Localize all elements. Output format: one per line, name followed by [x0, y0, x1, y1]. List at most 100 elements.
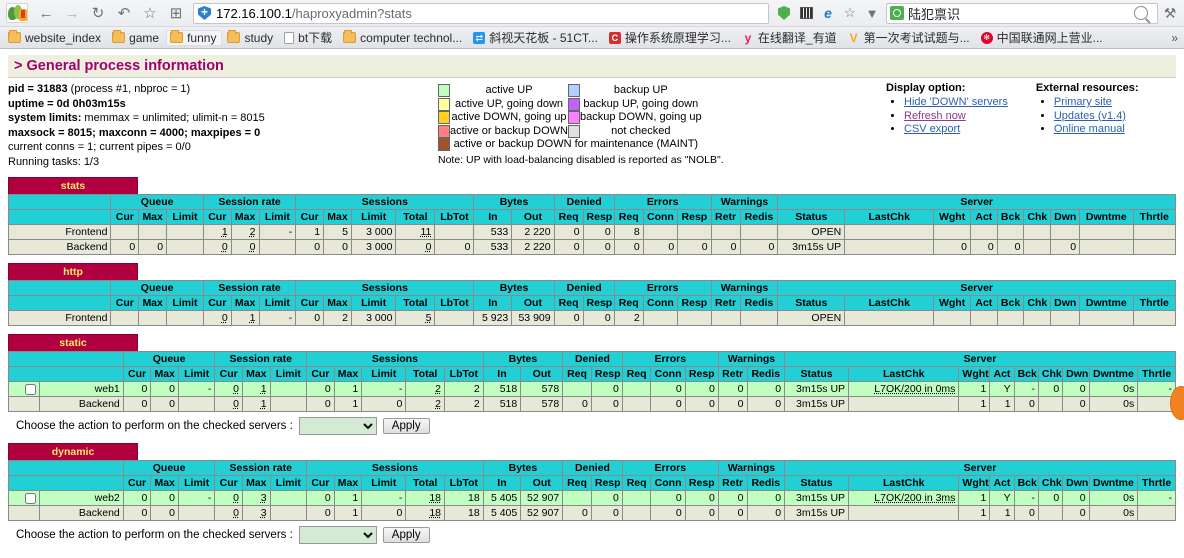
- apps-grid-icon[interactable]: ⊞: [164, 2, 188, 24]
- cell-req: 8: [613, 224, 644, 240]
- cell-cur: 0: [214, 505, 244, 521]
- proxy-stats-table: Queue Session rate Sessions Bytes Denied Erro…: [8, 351, 1176, 412]
- option-link[interactable]: Online manual: [1054, 123, 1125, 135]
- legend-swatch-cell: [438, 124, 450, 139]
- option-link[interactable]: Refresh now: [904, 110, 966, 122]
- cell-limit: [269, 490, 308, 506]
- cell-bck: -: [1013, 381, 1039, 397]
- table-row: Frontend 12-153 000 11 533 2 220 0 0 8 OPEN: [7, 224, 1176, 240]
- column-header: Status: [784, 366, 850, 382]
- cell-limit: -: [177, 381, 216, 397]
- column-header: Dwn: [1062, 366, 1090, 382]
- cell-resp: 0: [582, 239, 615, 255]
- column-header: Wght: [958, 475, 991, 491]
- proxy-section: stats Queue Session rate Sessions Bytes Deni…: [0, 176, 1184, 255]
- row-checkbox-cell[interactable]: [8, 490, 40, 506]
- cell-req: [621, 490, 652, 506]
- group-header-row: Queue Session rate Sessions Bytes Denied Erro…: [8, 351, 1176, 367]
- column-header: Dwntme: [1088, 366, 1139, 382]
- browser-chrome: ← → ↻ ↶ ☆ ⊞ 172.16.100.1/haproxyadmin?st…: [0, 0, 1184, 49]
- address-bar[interactable]: 172.16.100.1/haproxyadmin?stats: [193, 2, 769, 24]
- server-select-checkbox[interactable]: [24, 383, 36, 395]
- bookmark-item[interactable]: y 在线翻译_有道: [738, 28, 843, 47]
- settings-wrench-icon[interactable]: ⚒: [1160, 3, 1180, 24]
- server-select-checkbox[interactable]: [24, 492, 36, 504]
- apply-button[interactable]: Apply: [382, 418, 430, 434]
- column-header: Chk: [1037, 475, 1064, 491]
- forward-icon[interactable]: →: [60, 2, 84, 24]
- legend-label: backup UP: [613, 84, 668, 96]
- cell-in: 5 923: [473, 310, 513, 326]
- bookmark-item[interactable]: website_index: [4, 30, 107, 46]
- cell-thrtle: [1132, 224, 1176, 240]
- option-link[interactable]: CSV export: [904, 123, 960, 135]
- cell-lbtot: [434, 224, 475, 240]
- favorites-star-icon[interactable]: ☆: [840, 3, 860, 24]
- cell-cur: 0: [202, 239, 232, 255]
- row-checkbox-cell[interactable]: [8, 381, 40, 397]
- reload-icon[interactable]: ↻: [86, 2, 110, 24]
- bookmark-star-icon[interactable]: ☆: [138, 2, 162, 24]
- server-action-select[interactable]: [298, 417, 377, 435]
- bookmark-item[interactable]: study: [223, 30, 279, 46]
- search-bar[interactable]: 陆犯禀识: [886, 2, 1158, 24]
- legend-swatch-cell: [438, 84, 450, 98]
- bookmarks-overflow-icon[interactable]: »: [1171, 31, 1180, 45]
- bookmark-item[interactable]: ⇄ 斜视天花板 - 51CT...: [469, 28, 604, 47]
- column-header: Bck: [996, 209, 1025, 225]
- bookmark-item[interactable]: game: [108, 30, 165, 46]
- row-label-header: [7, 280, 112, 296]
- cell-req: 0: [562, 396, 592, 412]
- shield-guard-icon[interactable]: [774, 3, 794, 24]
- external-resources-list: Primary site Updates (v1.4)Online manual: [1036, 96, 1139, 137]
- cell-max: 1: [230, 310, 260, 326]
- cell-cur: 0: [306, 505, 335, 521]
- server-action-select[interactable]: [298, 526, 377, 544]
- qrcode-icon[interactable]: [796, 3, 816, 24]
- undo-icon[interactable]: ↶: [112, 2, 136, 24]
- column-header: Max: [242, 475, 271, 491]
- table-row: Backend 0 0 03 0 1 0 18 18 5 405 52 907 0 0 0 0 0 0 3m…: [8, 505, 1176, 521]
- option-link[interactable]: Updates (v1.4): [1054, 110, 1126, 122]
- back-icon[interactable]: ←: [34, 2, 58, 24]
- search-input[interactable]: 陆犯禀识: [908, 4, 1134, 23]
- toolbar-dropdown-icon[interactable]: ▼: [862, 3, 882, 24]
- bookmark-item[interactable]: computer technol...: [339, 30, 468, 46]
- bookmark-item[interactable]: funny: [166, 29, 223, 46]
- column-header: Max: [333, 366, 363, 382]
- options-panel: Display option: Hide 'DOWN' servers Refre…: [868, 82, 1139, 137]
- bookmark-item[interactable]: ✻ 中国联通网上营业...: [977, 28, 1109, 47]
- cell-chk: [1037, 396, 1064, 412]
- cell-req: [621, 381, 652, 397]
- favicon-blue: ⇄: [473, 31, 486, 44]
- cell-in: 533: [473, 239, 513, 255]
- column-header: Resp: [677, 295, 712, 311]
- column-header: Act: [969, 295, 998, 311]
- bookmark-item[interactable]: bt下载: [280, 28, 338, 47]
- cell-act: 0: [969, 239, 998, 255]
- column-group-header: Denied: [562, 460, 623, 476]
- cell-chk: [1037, 505, 1064, 521]
- option-link[interactable]: Primary site: [1054, 96, 1112, 108]
- column-header: LastChk: [844, 209, 935, 225]
- ie-mode-icon[interactable]: e: [818, 3, 838, 24]
- legend-label: active DOWN, going up: [451, 111, 567, 123]
- option-link[interactable]: Hide 'DOWN' servers: [904, 96, 1008, 108]
- process-info-line: system limits: memmax = unlimited; ulimi…: [8, 112, 265, 124]
- cell-limit: [269, 396, 308, 412]
- cell-lastchk: [844, 224, 935, 240]
- column-header: Dwn: [1050, 209, 1081, 225]
- bookmark-item[interactable]: V 第一次考试试题与...: [844, 28, 976, 47]
- column-header: Retr: [710, 209, 741, 225]
- search-icon[interactable]: [1134, 6, 1148, 20]
- search-engine-icon[interactable]: [890, 6, 904, 20]
- column-group-header: Errors: [613, 280, 712, 296]
- cell-out: 52 907: [520, 490, 564, 506]
- column-header: Thrtle: [1132, 209, 1176, 225]
- cell-act: Y: [989, 490, 1015, 506]
- apply-button[interactable]: Apply: [382, 527, 430, 543]
- cell-status: 3m15s UP: [784, 505, 850, 521]
- cell-resp: 0: [677, 239, 712, 255]
- bookmark-item[interactable]: C 操作系统原理学习...: [605, 28, 737, 47]
- row-label-subheader: [7, 295, 112, 311]
